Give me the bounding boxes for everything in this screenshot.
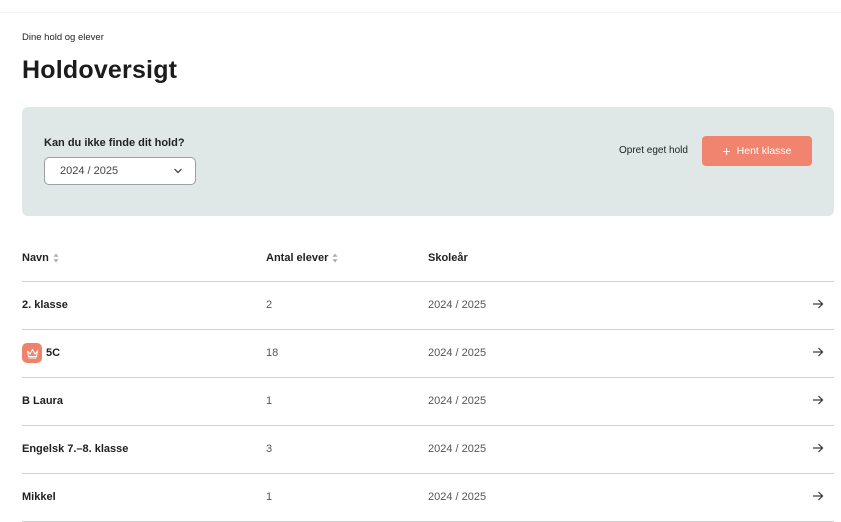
arrow-right-icon[interactable] bbox=[812, 299, 824, 309]
team-name: B Laura bbox=[22, 377, 266, 426]
sort-icon bbox=[332, 253, 338, 263]
create-own-team-link[interactable]: Opret eget hold bbox=[619, 145, 688, 156]
arrow-right-icon[interactable] bbox=[812, 395, 824, 405]
table-row[interactable]: 2. klasse 2 2024 / 2025 bbox=[22, 281, 834, 330]
crown-icon bbox=[22, 343, 42, 363]
column-header-school-year: Skoleår bbox=[428, 236, 788, 282]
table-header-row: Navn Antal elever Skoleår bbox=[22, 236, 834, 282]
breadcrumb[interactable]: Dine hold og elever bbox=[22, 32, 104, 43]
column-header-count[interactable]: Antal elever bbox=[266, 236, 428, 282]
plus-icon: + bbox=[722, 142, 731, 159]
student-count: 1 bbox=[266, 473, 428, 522]
table-row[interactable]: Mikkel 1 2024 / 2025 bbox=[22, 473, 834, 522]
teams-table: Navn Antal elever Skoleår 2. klasse 2 20… bbox=[22, 236, 834, 522]
table-row[interactable]: B Laura 1 2024 / 2025 bbox=[22, 377, 834, 426]
student-count: 18 bbox=[266, 329, 428, 378]
school-year: 2024 / 2025 bbox=[428, 425, 788, 474]
top-divider bbox=[0, 12, 841, 13]
team-name: Engelsk 7.–8. klasse bbox=[22, 425, 266, 474]
column-header-name[interactable]: Navn bbox=[22, 236, 266, 282]
arrow-right-icon[interactable] bbox=[812, 443, 824, 453]
chevron-down-icon bbox=[174, 168, 182, 174]
student-count: 2 bbox=[266, 281, 428, 330]
panel-question: Kan du ikke finde dit hold? bbox=[44, 137, 185, 149]
school-year: 2024 / 2025 bbox=[428, 281, 788, 330]
student-count: 1 bbox=[266, 377, 428, 426]
school-year: 2024 / 2025 bbox=[428, 377, 788, 426]
page-title: Holdoversigt bbox=[22, 56, 178, 84]
team-name: 5C bbox=[46, 347, 61, 359]
table-row[interactable]: 5C 18 2024 / 2025 bbox=[22, 329, 834, 378]
school-year: 2024 / 2025 bbox=[428, 329, 788, 378]
table-row[interactable]: Engelsk 7.–8. klasse 3 2024 / 2025 bbox=[22, 425, 834, 474]
column-header-action bbox=[788, 236, 834, 282]
sort-icon bbox=[53, 253, 59, 263]
team-name: Mikkel bbox=[22, 473, 266, 522]
team-name: 2. klasse bbox=[22, 281, 266, 330]
school-year-value: 2024 / 2025 bbox=[60, 165, 119, 177]
school-year: 2024 / 2025 bbox=[428, 473, 788, 522]
find-team-panel: Kan du ikke finde dit hold? 2024 / 2025 … bbox=[22, 107, 834, 216]
arrow-right-icon[interactable] bbox=[812, 491, 824, 501]
arrow-right-icon[interactable] bbox=[812, 347, 824, 357]
fetch-class-button[interactable]: + Hent klasse bbox=[702, 136, 812, 166]
fetch-class-label: Hent klasse bbox=[736, 145, 792, 157]
student-count: 3 bbox=[266, 425, 428, 474]
school-year-select[interactable]: 2024 / 2025 bbox=[44, 157, 196, 185]
